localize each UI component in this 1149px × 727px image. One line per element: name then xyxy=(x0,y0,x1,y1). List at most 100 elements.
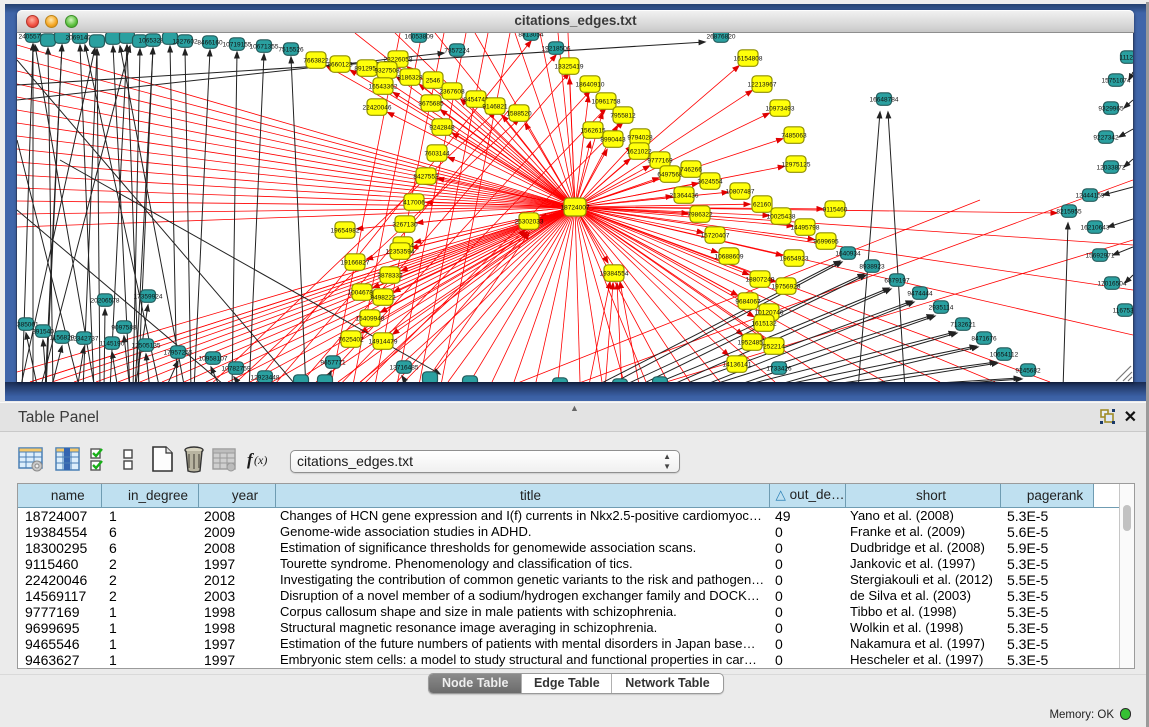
svg-text:10961758: 10961758 xyxy=(592,98,621,105)
svg-text:7515526: 7515526 xyxy=(278,46,304,53)
svg-text:62160: 62160 xyxy=(753,201,771,208)
svg-text:7986322: 7986322 xyxy=(687,211,713,218)
svg-text:12975125: 12975125 xyxy=(782,161,811,168)
svg-text:1562615: 1562615 xyxy=(580,127,606,134)
svg-text:19756928: 19756928 xyxy=(772,283,801,290)
svg-text:1588520: 1588520 xyxy=(506,110,532,117)
svg-text:19654923: 19654923 xyxy=(780,255,809,262)
svg-text:8813054: 8813054 xyxy=(518,33,544,38)
svg-text:1621022: 1621022 xyxy=(626,148,652,155)
svg-text:8990443: 8990443 xyxy=(600,136,626,143)
svg-text:746266: 746266 xyxy=(680,166,702,173)
svg-text:9777169: 9777169 xyxy=(647,157,673,164)
svg-text:9474444: 9474444 xyxy=(907,290,933,297)
svg-text:9115460: 9115460 xyxy=(823,206,848,213)
svg-text:9699695: 9699695 xyxy=(813,238,839,245)
svg-text:25302033: 25302033 xyxy=(515,218,544,225)
svg-text:16648784: 16648784 xyxy=(870,96,899,103)
svg-text:10025438: 10025438 xyxy=(767,213,796,220)
svg-text:21364436: 21364436 xyxy=(670,192,699,199)
svg-text:19166827: 19166827 xyxy=(341,259,370,266)
svg-text:17957255: 17957255 xyxy=(164,349,193,356)
svg-text:15720407: 15720407 xyxy=(701,232,730,239)
svg-text:9684067: 9684067 xyxy=(735,298,761,305)
svg-text:2367608: 2367608 xyxy=(439,88,465,95)
svg-text:15692971: 15692971 xyxy=(1086,252,1115,259)
svg-text:7955812: 7955812 xyxy=(610,112,636,119)
svg-text:9245682: 9245682 xyxy=(1015,367,1041,374)
svg-text:9794028: 9794028 xyxy=(627,134,653,141)
svg-text:7663822: 7663822 xyxy=(303,57,329,64)
svg-text:1733426: 1733426 xyxy=(766,365,792,372)
svg-text:1145190: 1145190 xyxy=(100,340,125,347)
svg-text:14914479: 14914479 xyxy=(369,338,398,345)
svg-text:10807487: 10807487 xyxy=(726,188,755,195)
svg-text:10688609: 10688609 xyxy=(715,253,744,260)
svg-text:8938923: 8938923 xyxy=(859,263,885,270)
svg-text:13325419: 13325419 xyxy=(555,63,584,70)
svg-text:10671355: 10671355 xyxy=(250,43,279,50)
svg-text:19384554: 19384554 xyxy=(600,270,629,277)
svg-text:6879197: 6879197 xyxy=(884,277,910,284)
svg-text:8215955: 8215955 xyxy=(1056,208,1082,215)
svg-text:8660123: 8660123 xyxy=(327,61,353,68)
svg-text:16210643: 16210643 xyxy=(1081,224,1110,231)
svg-text:1615132: 1615132 xyxy=(751,320,777,327)
svg-text:16154808: 16154808 xyxy=(734,55,763,62)
svg-text:3878332: 3878332 xyxy=(377,272,403,279)
svg-text:3675685: 3675685 xyxy=(418,100,444,107)
svg-text:10654112: 10654112 xyxy=(990,351,1019,358)
svg-text:9242848: 9242848 xyxy=(429,124,455,131)
svg-text:12353594: 12353594 xyxy=(386,248,415,255)
svg-text:7132621: 7132621 xyxy=(950,321,976,328)
svg-text:1167533: 1167533 xyxy=(1113,307,1133,314)
svg-text:252214: 252214 xyxy=(763,343,785,350)
svg-text:10719155: 10719155 xyxy=(223,41,252,48)
svg-text:12213967: 12213967 xyxy=(748,81,777,88)
svg-text:9097588: 9097588 xyxy=(111,324,137,331)
svg-text:(x): (x) xyxy=(254,453,267,467)
svg-text:26876820: 26876820 xyxy=(707,33,736,40)
svg-text:14495798: 14495798 xyxy=(791,224,820,231)
svg-text:12923448: 12923448 xyxy=(251,374,280,381)
svg-text:12342737: 12342737 xyxy=(70,335,99,342)
svg-text:11127: 11127 xyxy=(1119,54,1133,61)
svg-text:1327602: 1327602 xyxy=(172,38,198,45)
svg-text:18724007: 18724007 xyxy=(561,204,590,211)
svg-text:15751074: 15751074 xyxy=(1102,77,1131,84)
svg-text:7603144: 7603144 xyxy=(424,150,450,157)
svg-text:17016504: 17016504 xyxy=(1098,280,1127,287)
svg-text:10958107: 10958107 xyxy=(199,355,228,362)
svg-text:9327508: 9327508 xyxy=(374,67,400,74)
svg-text:8466160: 8466160 xyxy=(197,39,223,46)
svg-text:8186328: 8186328 xyxy=(397,74,423,81)
svg-text:16543362: 16543362 xyxy=(369,83,398,90)
svg-text:7357224: 7357224 xyxy=(444,47,470,54)
svg-text:2935114: 2935114 xyxy=(929,304,954,311)
svg-text:10782759: 10782759 xyxy=(222,365,251,372)
svg-text:9329965: 9329965 xyxy=(1098,105,1124,112)
svg-text:13716485: 13716485 xyxy=(390,364,419,371)
svg-text:19218506: 19218506 xyxy=(542,45,571,52)
svg-text:12505135: 12505135 xyxy=(132,342,161,349)
svg-text:9227342: 9227342 xyxy=(1093,134,1119,141)
svg-text:15409948: 15409948 xyxy=(356,315,385,322)
svg-text:22420046: 22420046 xyxy=(363,104,392,111)
svg-text:18640910: 18640910 xyxy=(576,81,605,88)
svg-text:7485063: 7485063 xyxy=(781,132,807,139)
svg-text:18807249: 18807249 xyxy=(746,276,775,283)
svg-text:14136141: 14136141 xyxy=(723,361,752,368)
svg-text:8471676: 8471676 xyxy=(971,335,997,342)
svg-text:8427552: 8427552 xyxy=(413,173,439,180)
svg-text:16053809: 16053809 xyxy=(405,33,434,40)
svg-text:17359924: 17359924 xyxy=(134,293,163,300)
svg-text:7625402: 7625402 xyxy=(338,336,364,343)
svg-text:1640934: 1640934 xyxy=(835,250,861,257)
svg-text:19654982: 19654982 xyxy=(331,227,360,234)
svg-text:3267130: 3267130 xyxy=(392,221,418,228)
svg-text:20206578: 20206578 xyxy=(91,297,120,304)
svg-text:9146821: 9146821 xyxy=(482,103,508,110)
svg-text:12033872: 12033872 xyxy=(1097,164,1126,171)
svg-text:2546: 2546 xyxy=(426,77,441,84)
svg-text:9657771: 9657771 xyxy=(320,359,346,366)
